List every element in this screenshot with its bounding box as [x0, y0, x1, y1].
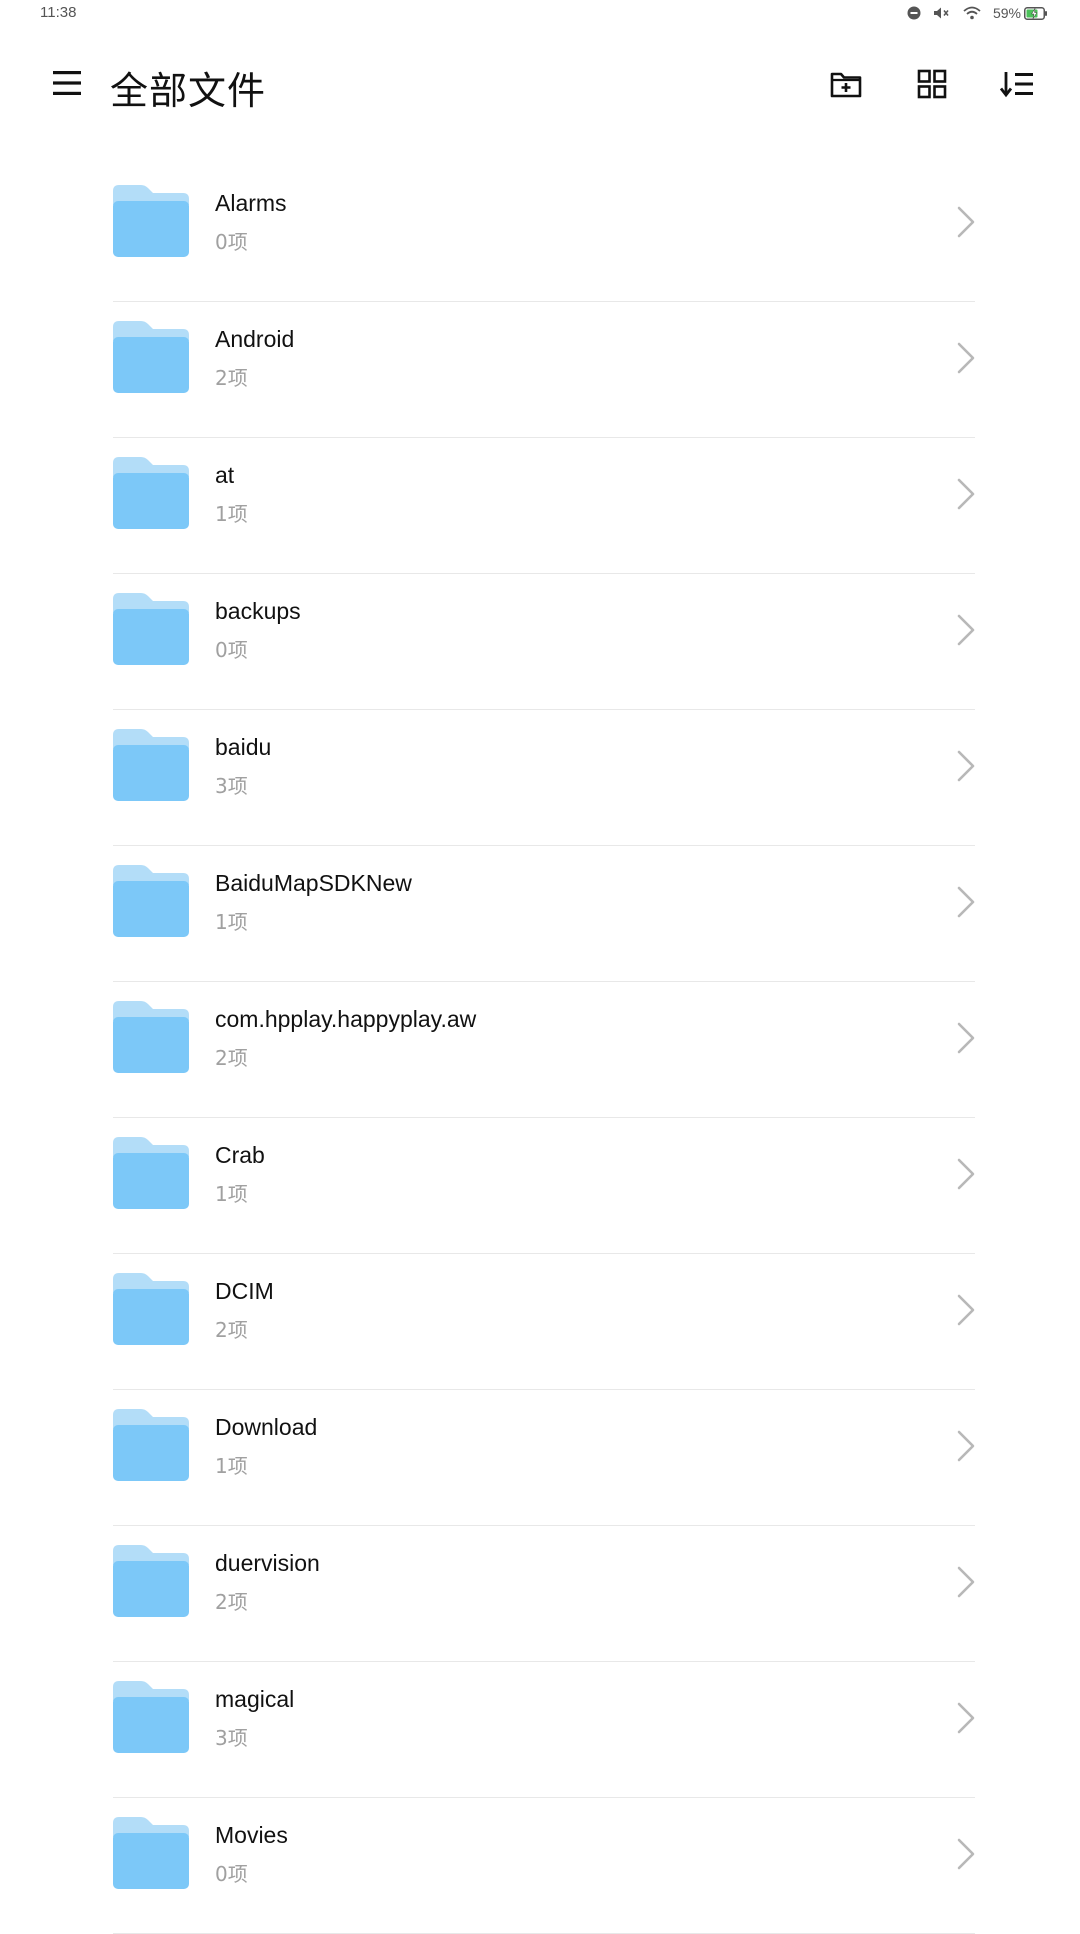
folder-item-count: 2项 — [215, 1590, 248, 1614]
chevron-right-icon — [954, 1564, 978, 1600]
battery-indicator: 59% — [993, 5, 1048, 21]
folder-item-count: 0项 — [215, 1862, 248, 1886]
list-item[interactable]: backups 0项 — [0, 574, 1080, 710]
folder-icon — [113, 1273, 189, 1345]
folder-item-count: 1项 — [215, 910, 248, 934]
folder-name: Movies — [215, 1822, 288, 1848]
folder-icon — [113, 321, 189, 393]
list-item[interactable]: Alarms 0项 — [0, 166, 1080, 302]
folder-item-count: 3项 — [215, 774, 248, 798]
chevron-right-icon — [954, 1428, 978, 1464]
new-folder-button[interactable] — [824, 64, 868, 108]
folder-icon — [113, 1545, 189, 1617]
folder-name: baidu — [215, 734, 272, 760]
folder-item-count: 2项 — [215, 1046, 248, 1070]
folder-name: Download — [215, 1414, 318, 1440]
chevron-right-icon — [954, 884, 978, 920]
sort-button[interactable] — [995, 64, 1039, 108]
folder-name: DCIM — [215, 1278, 274, 1304]
list-item[interactable]: com.hpplay.happyplay.aw 2项 — [0, 982, 1080, 1118]
folder-name: backups — [215, 598, 301, 624]
folder-name: at — [215, 462, 235, 488]
list-item[interactable]: Android 2项 — [0, 302, 1080, 438]
battery-percentage: 59% — [992, 5, 1021, 21]
folder-name: BaiduMapSDKNew — [215, 870, 412, 896]
menu-icon — [52, 69, 82, 102]
folder-icon — [113, 185, 189, 257]
folder-item-count: 0项 — [215, 638, 248, 662]
chevron-right-icon — [954, 476, 978, 512]
folder-item-count: 1项 — [215, 1182, 248, 1206]
folder-name: Alarms — [215, 190, 287, 216]
folder-icon — [113, 729, 189, 801]
folder-name: Crab — [215, 1142, 265, 1168]
folder-icon — [113, 1817, 189, 1889]
folder-name: Android — [215, 326, 295, 352]
chevron-right-icon — [954, 204, 978, 240]
wifi-icon — [963, 6, 981, 20]
do-not-disturb-icon — [907, 6, 921, 20]
folder-item-count: 1项 — [215, 502, 248, 526]
sort-icon — [999, 70, 1034, 103]
list-item[interactable]: BaiduMapSDKNew 1项 — [0, 846, 1080, 982]
chevron-right-icon — [954, 1156, 978, 1192]
folder-name: duervision — [215, 1550, 320, 1576]
chevron-right-icon — [954, 1836, 978, 1872]
list-item[interactable]: magical 3项 — [0, 1662, 1080, 1798]
battery-charging-icon — [1024, 6, 1048, 20]
app-header: 全部文件 — [0, 40, 1080, 130]
chevron-right-icon — [954, 1700, 978, 1736]
folder-icon — [113, 1001, 189, 1073]
list-item[interactable]: Crab 1项 — [0, 1118, 1080, 1254]
list-item[interactable]: baidu 3项 — [0, 710, 1080, 846]
grid-view-button[interactable] — [910, 64, 954, 108]
folder-item-count: 1项 — [215, 1454, 248, 1478]
folder-list: Alarms 0项 Android 2项 at 1项 backups 0项 ba… — [0, 166, 1080, 1934]
status-bar: 11:38 59% — [0, 0, 1080, 28]
folder-icon — [113, 1409, 189, 1481]
page-title: 全部文件 — [110, 69, 267, 113]
chevron-right-icon — [954, 340, 978, 376]
grid-view-icon — [917, 69, 947, 104]
folder-item-count: 2项 — [215, 366, 248, 390]
list-item[interactable]: duervision 2项 — [0, 1526, 1080, 1662]
folder-icon — [113, 865, 189, 937]
chevron-right-icon — [954, 612, 978, 648]
folder-icon — [113, 457, 189, 529]
folder-name: magical — [215, 1686, 295, 1712]
folder-item-count: 0项 — [215, 230, 248, 254]
chevron-right-icon — [954, 748, 978, 784]
list-item[interactable]: DCIM 2项 — [0, 1254, 1080, 1390]
new-folder-icon — [830, 70, 862, 103]
folder-item-count: 3项 — [215, 1726, 248, 1750]
status-icons: 59% — [907, 3, 1048, 23]
chevron-right-icon — [954, 1020, 978, 1056]
list-item[interactable]: at 1项 — [0, 438, 1080, 574]
mute-icon — [933, 6, 951, 20]
folder-icon — [113, 1137, 189, 1209]
menu-button[interactable] — [48, 66, 86, 104]
folder-icon — [113, 593, 189, 665]
folder-item-count: 2项 — [215, 1318, 248, 1342]
folder-icon — [113, 1681, 189, 1753]
folder-name: com.hpplay.happyplay.aw — [215, 1006, 477, 1032]
chevron-right-icon — [954, 1292, 978, 1328]
list-item[interactable]: Movies 0项 — [0, 1798, 1080, 1934]
status-time: 11:38 — [40, 4, 77, 21]
list-item[interactable]: Download 1项 — [0, 1390, 1080, 1526]
